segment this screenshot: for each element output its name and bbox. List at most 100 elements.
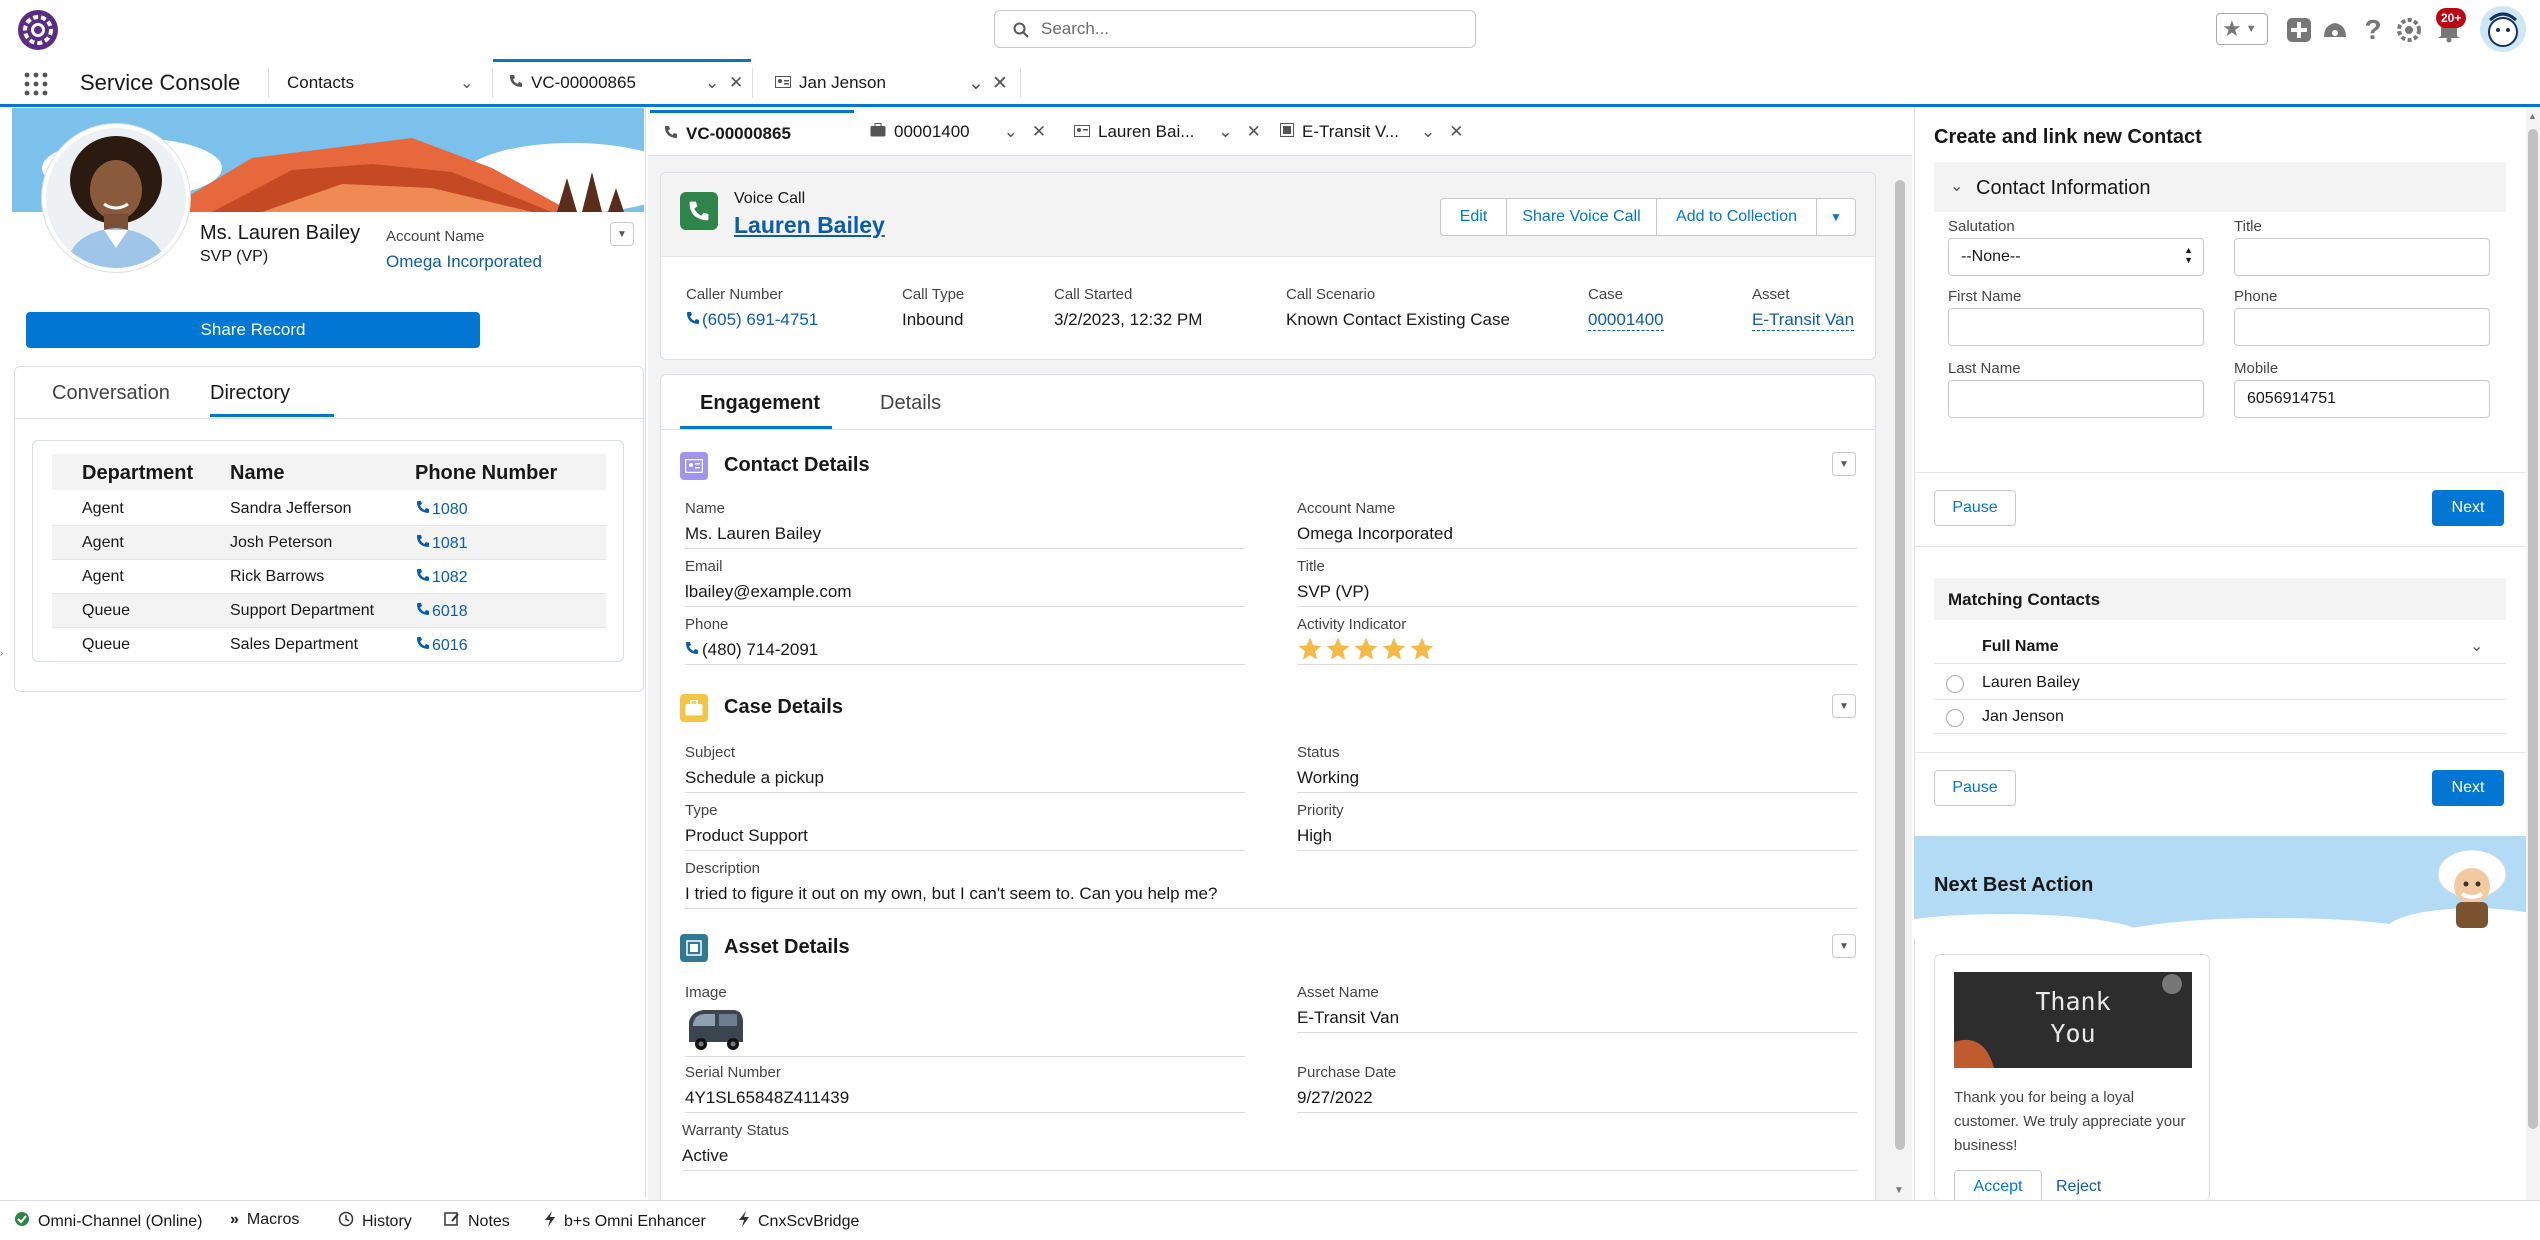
subtab-voice-call[interactable]: VC-00000865 — [650, 110, 854, 154]
nav-tab-contacts[interactable]: Contacts — [287, 60, 354, 105]
close-icon[interactable]: ✕ — [992, 72, 1008, 95]
scroll-down-icon[interactable]: ▼ — [1894, 1185, 1904, 1196]
tab-directory[interactable]: Directory — [210, 382, 290, 405]
close-icon[interactable]: ✕ — [1247, 122, 1261, 142]
first-name-input[interactable] — [1948, 308, 2204, 346]
scroll-up-icon[interactable]: ▲ — [2528, 111, 2537, 121]
share-record-button[interactable]: Share Record — [26, 312, 480, 348]
field-value-phone[interactable]: (480) 714-2091 — [685, 640, 818, 660]
cell-phone-link[interactable]: 6018 — [416, 602, 468, 621]
close-icon[interactable]: ✕ — [729, 73, 743, 93]
tab-engagement[interactable]: Engagement — [700, 392, 820, 415]
asset-details-dropdown[interactable]: ▼ — [1832, 934, 1856, 958]
case-link[interactable]: 00001400 — [1588, 310, 1664, 331]
subtab-asset[interactable]: E-Transit V... ⌄ ✕ — [1280, 110, 1464, 154]
chevron-down-icon[interactable]: ⌄ — [1004, 122, 1018, 142]
chevron-down-icon[interactable]: ⌄ — [968, 72, 984, 95]
case-details-dropdown[interactable]: ▼ — [1832, 694, 1856, 718]
chevron-down-icon[interactable]: ⌄ — [705, 73, 719, 93]
field-value-email[interactable]: lbailey@example.com — [685, 582, 852, 602]
field-value-warranty: Active — [682, 1146, 729, 1165]
app-launcher-icon[interactable] — [24, 72, 48, 96]
caller-number-link[interactable]: (605) 691-4751 — [686, 310, 818, 330]
contact-details-dropdown[interactable]: ▼ — [1832, 452, 1856, 476]
global-search-input[interactable]: Search... — [994, 10, 1476, 48]
field-value-account[interactable]: Omega Incorporated — [1297, 524, 1453, 544]
tab-conversation[interactable]: Conversation — [52, 382, 170, 405]
asset-details-title: Asset Details — [724, 936, 850, 958]
reject-link[interactable]: Reject — [2056, 1178, 2101, 1196]
next-button-2[interactable]: Next — [2432, 770, 2504, 806]
cell-phone-link[interactable]: 1081 — [416, 534, 468, 553]
edit-button[interactable]: Edit — [1441, 199, 1507, 235]
right-scrollbar[interactable]: ▲ — [2526, 107, 2540, 1200]
pause-button-2[interactable]: Pause — [1934, 770, 2016, 806]
right-scrollbar-thumb[interactable] — [2528, 129, 2538, 1129]
asset-link[interactable]: E-Transit Van — [1752, 310, 1855, 331]
thank-you-image: Thank You — [1954, 972, 2192, 1068]
chevron-down-icon[interactable]: ⌄ — [2470, 636, 2483, 656]
subtab-contact[interactable]: Lauren Bai... ⌄ ✕ — [1074, 110, 1261, 154]
contact-details-icon — [680, 452, 708, 480]
matching-contact-row[interactable]: Jan Jenson — [1934, 700, 2506, 734]
cell-phone-link[interactable]: 1082 — [416, 568, 468, 587]
add-to-collection-button[interactable]: Add to Collection — [1657, 199, 1817, 235]
search-icon — [1013, 22, 1029, 38]
select-radio[interactable] — [1946, 675, 1964, 693]
next-button[interactable]: Next — [2432, 490, 2504, 526]
chevron-down-icon[interactable]: ⌄ — [1421, 122, 1435, 142]
middle-scrollbar-thumb[interactable] — [1895, 180, 1905, 1150]
share-voice-call-button[interactable]: Share Voice Call — [1507, 199, 1657, 235]
select-radio[interactable] — [1946, 709, 1964, 727]
favorites-button[interactable]: ★ ▼ — [2216, 13, 2268, 45]
utility-cnxscvbridge[interactable]: CnxScvBridge — [738, 1211, 859, 1232]
subtab-case[interactable]: 00001400 ⌄ ✕ — [870, 110, 1046, 154]
profile-actions-dropdown[interactable]: ▼ — [610, 222, 634, 246]
pause-button[interactable]: Pause — [1934, 490, 2016, 526]
voice-call-record-name[interactable]: Lauren Bailey — [734, 212, 885, 239]
field-value-title: SVP (VP) — [1297, 582, 1370, 601]
chevron-down-icon[interactable]: ⌄ — [1218, 122, 1232, 142]
gear-logo-icon[interactable] — [16, 8, 60, 52]
help-icon[interactable]: ? — [2356, 13, 2390, 47]
user-avatar[interactable] — [2480, 6, 2526, 52]
matching-contact-row[interactable]: Lauren Bailey — [1934, 666, 2506, 700]
utility-macros[interactable]: » Macros — [230, 1211, 299, 1229]
contact-information-title: Contact Information — [1976, 177, 2151, 199]
expand-utility-icon[interactable]: › — [0, 648, 3, 659]
highlight-label: Call Started — [1054, 286, 1133, 303]
salutation-select[interactable]: --None-- ▲ ▼ — [1948, 238, 2204, 276]
more-actions-button[interactable]: ▼ — [1817, 199, 1855, 235]
close-icon[interactable]: ✕ — [1449, 122, 1463, 142]
middle-scrollbar[interactable]: ▼ — [1892, 170, 1908, 1198]
accept-button[interactable]: Accept — [1954, 1170, 2042, 1204]
cell-phone-link[interactable]: 6016 — [416, 636, 468, 655]
title-input[interactable] — [2234, 238, 2490, 276]
phone-input[interactable] — [2234, 308, 2490, 346]
cell-name: Sales Department — [230, 636, 359, 653]
asset-icon — [1280, 122, 1294, 142]
last-name-input[interactable] — [1948, 380, 2204, 418]
tab-details[interactable]: Details — [880, 392, 941, 415]
chevron-down-icon[interactable]: ⌄ — [1950, 176, 1963, 196]
chevron-down-icon[interactable]: ⌄ — [460, 73, 473, 93]
add-icon[interactable] — [2282, 13, 2316, 47]
account-name-link[interactable]: Omega Incorporated — [386, 252, 542, 272]
utility-omni-channel[interactable]: Omni-Channel (Online) — [14, 1211, 203, 1232]
voice-call-object-icon — [680, 192, 718, 230]
field-value-purchase-date: 9/27/2022 — [1297, 1088, 1373, 1107]
utility-history[interactable]: History — [338, 1211, 412, 1232]
trailhead-icon[interactable] — [2318, 13, 2352, 47]
utility-omni-enhancer[interactable]: b+s Omni Enhancer — [544, 1211, 706, 1232]
phone-icon — [664, 124, 678, 144]
cell-phone-link[interactable]: 1080 — [416, 500, 468, 519]
nav-tab-jan-jenson[interactable]: Jan Jenson — [775, 60, 886, 105]
case-details-icon — [680, 694, 708, 722]
salutation-label: Salutation — [1948, 218, 2015, 235]
mobile-input[interactable]: 6056914751 — [2234, 380, 2490, 418]
nav-tab-voice-call[interactable]: VC-00000865 ⌄ ✕ — [493, 59, 751, 104]
utility-notes[interactable]: Notes — [444, 1211, 510, 1232]
field-value-type: Product Support — [685, 826, 808, 845]
settings-icon[interactable] — [2392, 13, 2426, 47]
close-icon[interactable]: ✕ — [1032, 122, 1046, 142]
